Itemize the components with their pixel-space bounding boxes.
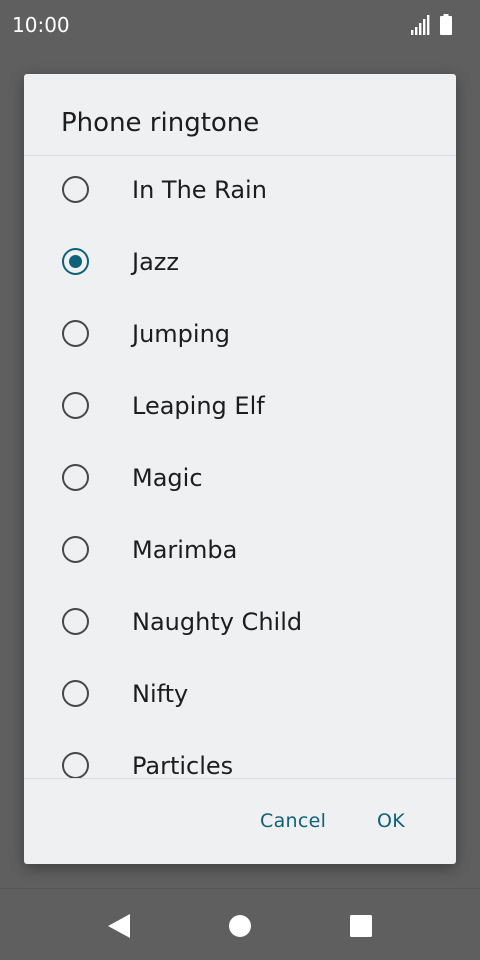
home-icon[interactable] [227,913,253,939]
radio-button[interactable] [62,392,89,419]
ok-button[interactable]: OK [377,809,405,833]
status-time: 10:00 [12,13,70,37]
back-icon[interactable] [106,913,132,939]
radio-button[interactable] [62,176,89,203]
option-label: Jazz [132,248,179,276]
option-label: Nifty [132,680,189,708]
dialog-actions: Cancel OK [24,779,456,864]
option-label: Marimba [132,536,238,564]
option-label: Leaping Elf [132,392,265,420]
ringtone-option-jumping[interactable]: Jumping [24,300,456,372]
navigation-bar [0,888,480,960]
ringtone-option-particles[interactable]: Particles [24,732,456,778]
cancel-button[interactable]: Cancel [260,809,326,833]
option-label: Naughty Child [132,608,303,636]
ringtone-option-in-the-rain[interactable]: In The Rain [24,156,456,228]
ringtone-list[interactable]: In The Rain Jazz Jumping Leaping Elf Mag… [24,156,456,778]
ringtone-option-jazz[interactable]: Jazz [24,228,456,300]
ringtone-option-nifty[interactable]: Nifty [24,660,456,732]
radio-button[interactable] [62,752,89,778]
ringtone-option-naughty-child[interactable]: Naughty Child [24,588,456,660]
dialog-title: Phone ringtone [61,108,260,138]
radio-button[interactable] [62,608,89,635]
recents-icon[interactable] [348,913,374,939]
ringtone-dialog: Phone ringtone In The Rain Jazz Jumping … [24,74,456,864]
status-icons [410,14,452,35]
radio-button[interactable] [62,536,89,563]
status-bar: 10:00 [0,0,480,50]
ringtone-option-magic[interactable]: Magic [24,444,456,516]
option-label: Particles [132,752,234,778]
signal-icon [410,15,430,35]
radio-button[interactable] [62,464,89,491]
radio-button[interactable] [62,320,89,347]
radio-button[interactable] [62,680,89,707]
option-label: Magic [132,464,203,492]
battery-icon [440,14,452,35]
ringtone-option-leaping-elf[interactable]: Leaping Elf [24,372,456,444]
option-label: In The Rain [132,176,267,204]
radio-button-selected[interactable] [62,248,89,275]
ringtone-option-marimba[interactable]: Marimba [24,516,456,588]
option-label: Jumping [132,320,231,348]
